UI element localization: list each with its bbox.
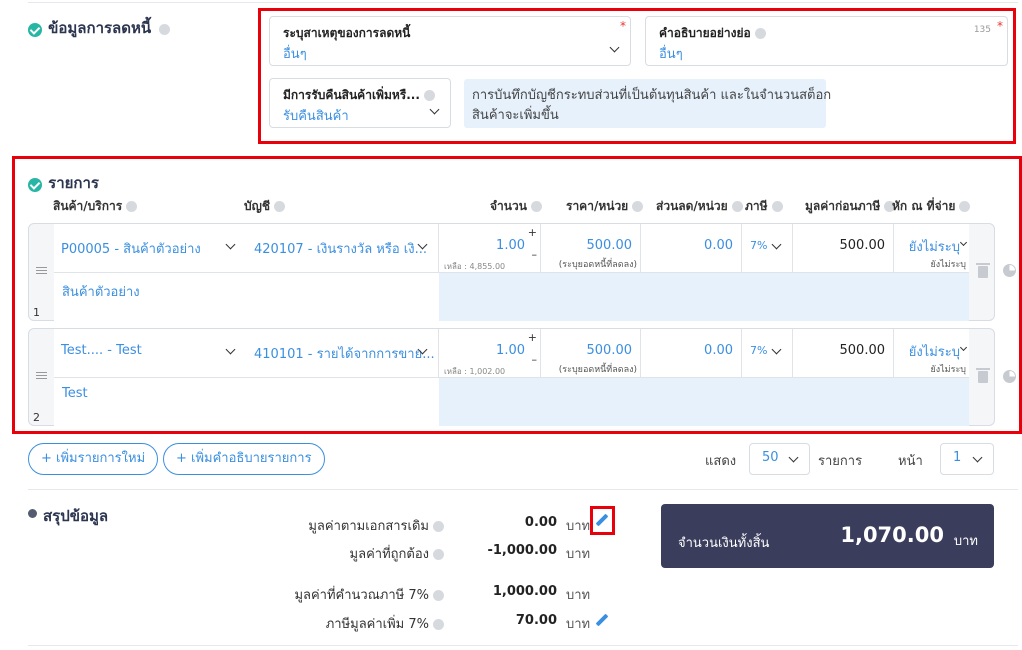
help-icon — [159, 24, 171, 35]
bullet-dot — [28, 509, 37, 518]
help-icon — [433, 619, 444, 630]
taxable-value-label: มูลค่าที่คำนวณภาษี 7% — [294, 584, 444, 605]
page-value: 1 — [953, 450, 962, 465]
page-label: หน้า — [898, 454, 923, 469]
page-select[interactable]: 1 — [940, 443, 994, 475]
total-value: 1,070.00 — [840, 523, 944, 547]
total-unit: บาท — [953, 534, 978, 549]
pencil-icon — [595, 513, 609, 527]
unit-label: บาท — [566, 519, 591, 534]
total-panel: จำนวนเงินทั้งสิ้น 1,070.00 บาท — [661, 504, 994, 568]
total-label: จำนวนเงินทั้งสิ้น — [678, 536, 770, 551]
debt-section-header: ข้อมูลการลดหนี้ — [28, 16, 171, 40]
check-circle-icon — [28, 22, 42, 37]
unit-label: บาท — [566, 588, 591, 603]
help-icon — [433, 590, 444, 601]
highlight-box — [258, 8, 1016, 144]
bottom-divider — [28, 645, 1018, 646]
unit-label: บาท — [566, 547, 591, 562]
original-value: 0.00 — [524, 515, 557, 530]
vat-label: ภาษีมูลค่าเพิ่ม 7% — [326, 613, 444, 634]
summary-divider — [28, 489, 1018, 490]
correct-value-label: มูลค่าที่ถูกต้อง — [350, 543, 444, 564]
help-icon — [433, 549, 444, 560]
add-item-button[interactable]: + เพิ่มรายการใหม่ — [28, 443, 159, 475]
correct-value: -1,000.00 — [487, 543, 557, 558]
page-size-select[interactable]: 50 — [749, 443, 810, 475]
edit-original-button[interactable] — [590, 506, 615, 535]
show-label: แสดง — [705, 454, 737, 469]
summary-title: สรุปข้อมูล — [43, 507, 109, 525]
help-icon — [433, 521, 444, 532]
vat-value: 70.00 — [515, 613, 557, 628]
debt-section-title: ข้อมูลการลดหนี้ — [48, 19, 152, 37]
page-size-value: 50 — [762, 450, 779, 465]
chevron-down-icon — [972, 452, 983, 463]
unit-label: บาท — [566, 617, 591, 632]
chevron-down-icon — [788, 452, 799, 463]
summary-header: สรุปข้อมูล — [28, 504, 108, 528]
highlight-box — [12, 156, 1022, 434]
taxable-value: 1,000.00 — [492, 584, 557, 599]
original-value-label: มูลค่าตามเอกสารเดิม — [308, 515, 444, 536]
items-label: รายการ — [818, 454, 863, 469]
edit-vat-button[interactable] — [594, 611, 610, 629]
add-description-button[interactable]: + เพิ่มคำอธิบายรายการ — [163, 443, 325, 475]
top-divider — [28, 2, 1018, 3]
pencil-icon — [595, 613, 609, 627]
